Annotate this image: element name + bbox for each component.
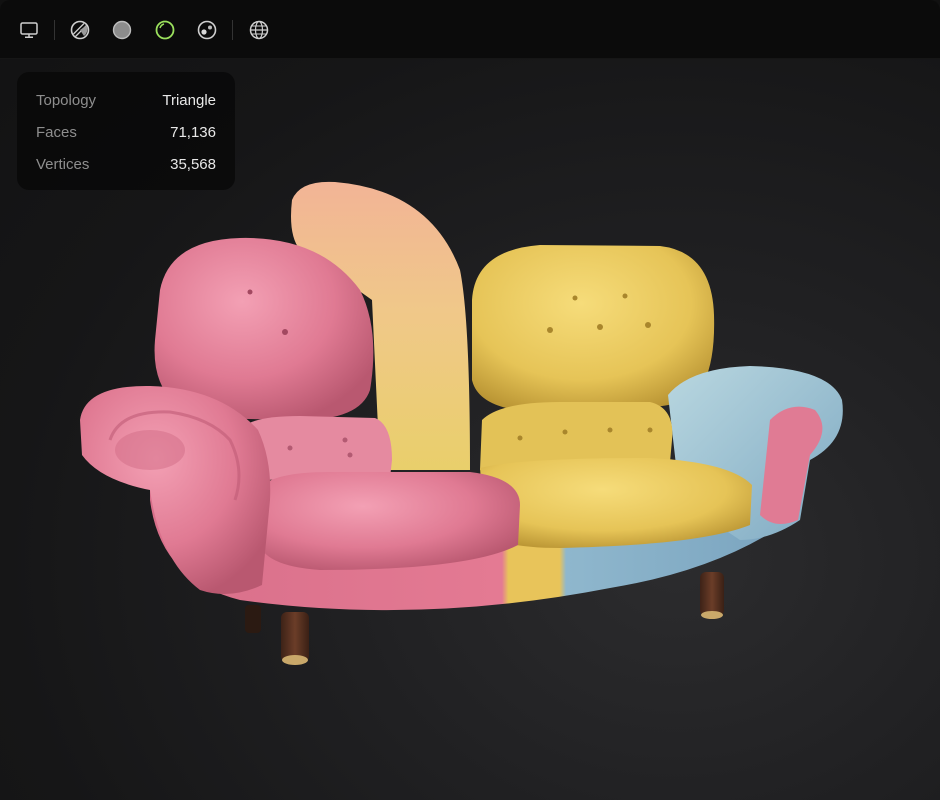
toolbar-divider bbox=[54, 20, 55, 40]
pink-seat-cushion bbox=[258, 472, 520, 570]
pink-left-arm bbox=[80, 385, 271, 594]
monitor-icon bbox=[20, 22, 38, 38]
stat-row-topology: Topology Triangle bbox=[36, 90, 216, 110]
environment-button[interactable] bbox=[244, 15, 274, 45]
outline-mode-button[interactable] bbox=[150, 15, 180, 45]
globe-grid-icon bbox=[249, 20, 269, 40]
mesh-stats-rows: Topology Triangle Faces 71,136 Vertices … bbox=[17, 72, 235, 190]
wireframe-sphere-icon bbox=[70, 20, 90, 40]
textured-sphere-icon bbox=[197, 20, 217, 40]
viewer-toolbar bbox=[0, 0, 940, 59]
stat-value: 35,568 bbox=[170, 155, 216, 173]
stat-value: 71,136 bbox=[170, 123, 216, 141]
wireframe-mode-button[interactable] bbox=[65, 15, 95, 45]
stat-label: Topology bbox=[36, 91, 97, 109]
stat-value: Triangle bbox=[162, 91, 216, 109]
stat-label: Faces bbox=[36, 123, 77, 141]
toolbar-divider bbox=[232, 20, 233, 40]
yellow-seat-cushion bbox=[480, 458, 752, 548]
solid-sphere-icon bbox=[112, 20, 132, 40]
textured-mode-button[interactable] bbox=[192, 15, 222, 45]
stat-label: Vertices bbox=[36, 155, 90, 173]
outline-sphere-icon bbox=[155, 20, 175, 40]
stat-row-vertices: Vertices 35,568 bbox=[36, 154, 216, 174]
solid-mode-button[interactable] bbox=[107, 15, 137, 45]
display-mode-button[interactable] bbox=[14, 15, 44, 45]
stat-row-faces: Faces 71,136 bbox=[36, 122, 216, 142]
